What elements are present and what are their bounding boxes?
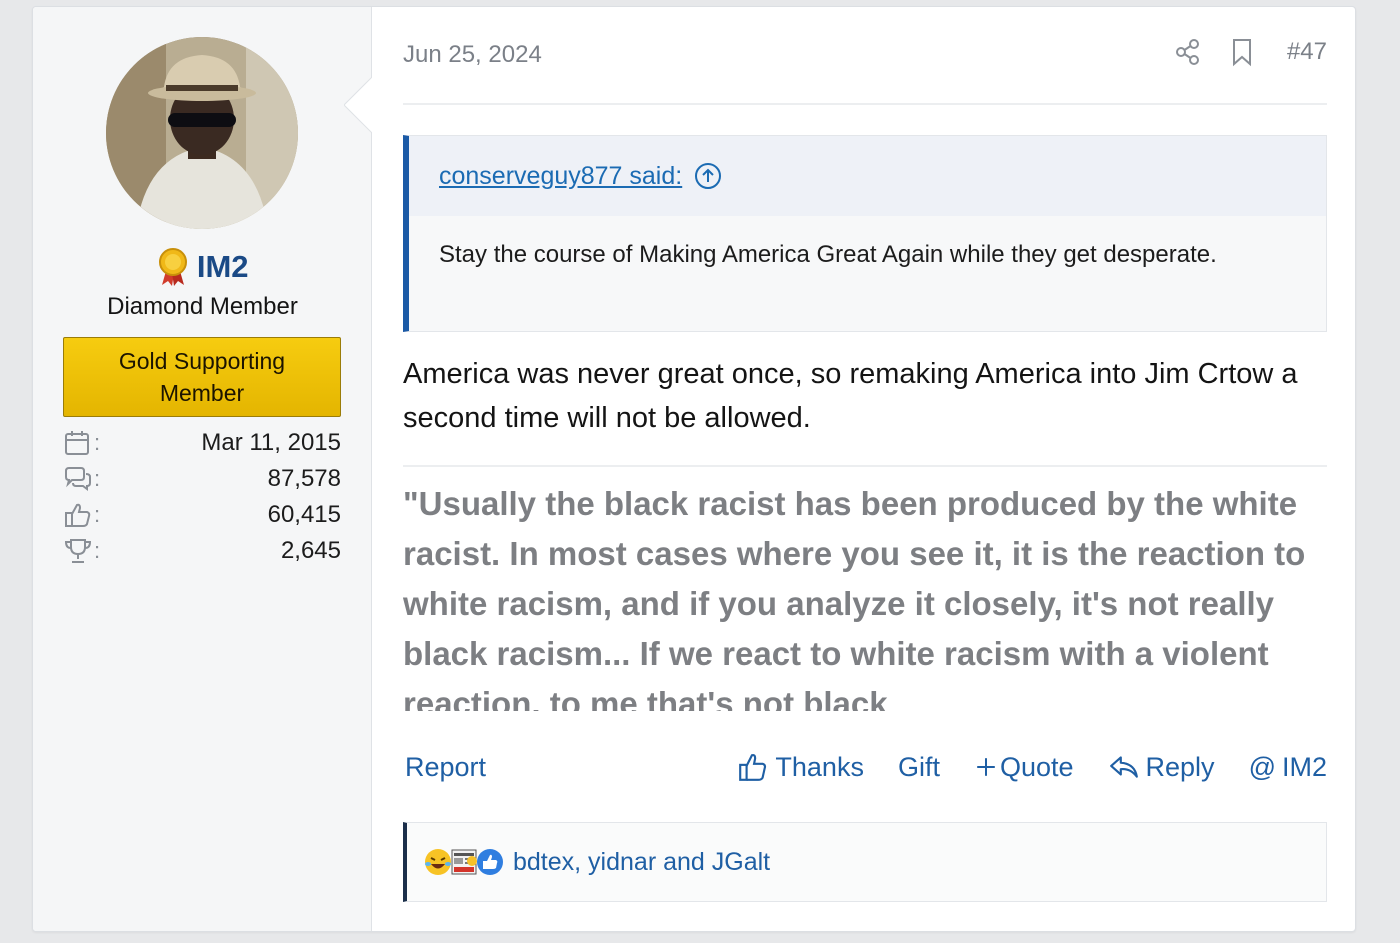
forum-post: IM2 Diamond Member Gold Supporting Membe… — [32, 6, 1356, 932]
mention-button[interactable]: @ IM2 — [1249, 752, 1327, 783]
reply-button[interactable]: Reply — [1108, 751, 1215, 783]
report-link[interactable]: Report — [405, 752, 486, 783]
share-icon[interactable] — [1173, 37, 1203, 67]
signature-divider — [403, 465, 1327, 467]
thumbs-up-icon — [65, 503, 91, 527]
stat-value: 87,578 — [267, 465, 341, 492]
reply-label: Reply — [1145, 751, 1215, 782]
user-banner: Gold Supporting Member — [63, 337, 341, 417]
medal-icon — [156, 247, 190, 287]
reactions-bar[interactable]: bdtex, yidnar and JGalt — [403, 822, 1327, 902]
messages-icon — [65, 467, 91, 491]
quote-block: conserveguy877 said: Stay the course of … — [403, 135, 1327, 332]
stat-value: Mar 11, 2015 — [201, 429, 341, 456]
bookmark-icon[interactable] — [1227, 37, 1257, 67]
user-stats: : Mar 11, 2015 : 87,578 : 60,415: 2,645 — [63, 425, 341, 569]
stat-points: : 2,645 — [63, 533, 341, 569]
username[interactable]: IM2 — [197, 249, 249, 284]
trophy-icon — [64, 539, 92, 563]
thanks-label: Thanks — [775, 751, 864, 782]
post-header-icons: #47 — [1149, 37, 1327, 67]
quote-text: Stay the course of Making America Great … — [439, 241, 1217, 268]
at-icon: @ — [1248, 751, 1276, 782]
stat-joined: : Mar 11, 2015 — [63, 425, 341, 461]
username-row: IM2 — [33, 247, 372, 287]
like-icon — [477, 849, 503, 875]
gift-label: Gift — [897, 751, 940, 782]
post-number[interactable]: #47 — [1287, 38, 1327, 66]
quote-author-link[interactable]: conserveguy877 said: — [439, 162, 682, 191]
post-date[interactable]: Jun 25, 2024 — [403, 41, 542, 69]
reactions-text[interactable]: bdtex, yidnar and JGalt — [513, 848, 770, 877]
reply-icon — [1109, 756, 1138, 778]
stat-messages: : 87,578 — [63, 461, 341, 497]
user-arrow — [344, 77, 372, 133]
user-title: Diamond Member — [107, 293, 298, 320]
user-sidebar: IM2 Diamond Member Gold Supporting Membe… — [33, 7, 372, 931]
post-actions: Report Thanks Gift Quote Reply @ IM2 — [403, 747, 1327, 787]
avatar[interactable] — [106, 37, 298, 229]
quote-header: conserveguy877 said: — [409, 136, 1326, 216]
header-divider — [403, 103, 1327, 105]
plus-icon — [977, 758, 995, 776]
signature: "Usually the black racist has been produ… — [403, 485, 1306, 711]
quote-label: Quote — [999, 751, 1074, 782]
stat-value: 60,415 — [267, 501, 341, 528]
arrow-up-circle-icon[interactable] — [694, 162, 722, 190]
reaction-icons — [425, 847, 505, 877]
post-main: Jun 25, 2024 #47 conserveguy877 said: St… — [403, 7, 1327, 931]
stat-reactions: : 60,415 — [63, 497, 341, 533]
quote-button[interactable]: Quote — [974, 752, 1074, 783]
thanks-button[interactable]: Thanks — [737, 751, 864, 783]
mention-label: IM2 — [1281, 751, 1327, 782]
stat-value: 2,645 — [280, 537, 341, 564]
post-message: America was never great once, so remakin… — [403, 358, 1298, 434]
calendar-icon — [65, 431, 89, 455]
thumbs-up-icon — [739, 754, 767, 781]
gift-button[interactable]: Gift — [898, 752, 940, 783]
